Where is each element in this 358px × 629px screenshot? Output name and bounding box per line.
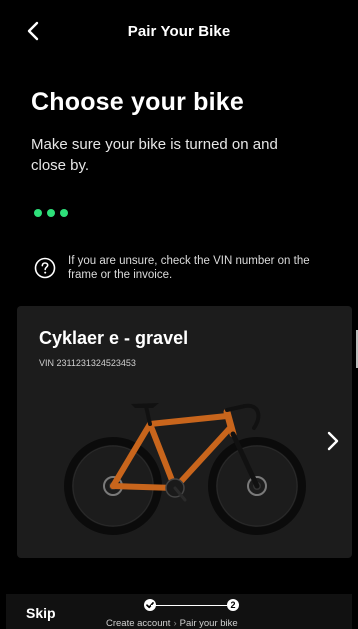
skip-button[interactable]: Skip xyxy=(26,605,56,621)
progress-stepper: 2 Create account › Pair your bike xyxy=(106,599,266,629)
bike-vin: VIN 2311231324523453 xyxy=(39,358,136,368)
step-2-label: Pair your bike xyxy=(179,618,238,629)
step-1-label: Create account xyxy=(106,618,171,629)
step-2-marker: 2 xyxy=(227,599,239,611)
page-subtitle: Make sure your bike is turned on and clo… xyxy=(31,136,278,174)
page-title: Choose your bike xyxy=(31,88,244,116)
top-bar: Pair Your Bike xyxy=(6,8,352,56)
phone-screen: Pair Your Bike Choose your bike Make sur… xyxy=(6,8,352,629)
loading-dot xyxy=(60,209,68,217)
step-connector xyxy=(151,604,227,606)
searching-indicator xyxy=(34,209,68,217)
loading-dot xyxy=(47,209,55,217)
bike-name: Cyklaer e - gravel xyxy=(39,328,189,348)
question-circle-icon xyxy=(34,257,56,279)
next-bike-button[interactable] xyxy=(323,426,343,456)
step-separator: › xyxy=(173,618,177,629)
loading-dot xyxy=(34,209,42,217)
bike-image xyxy=(64,403,306,535)
hint-text: If you are unsure, check the VIN number … xyxy=(68,255,310,281)
header-title: Pair Your Bike xyxy=(127,23,231,40)
chevron-right-icon xyxy=(327,431,339,451)
step-labels: Create account › Pair your bike xyxy=(106,618,238,629)
bike-card[interactable]: Cyklaer e - gravel VIN 2311231324523453 xyxy=(17,306,352,558)
vin-hint: If you are unsure, check the VIN number … xyxy=(34,254,334,282)
bottom-bar: Skip 2 Create account › Pair your bike xyxy=(6,594,352,629)
